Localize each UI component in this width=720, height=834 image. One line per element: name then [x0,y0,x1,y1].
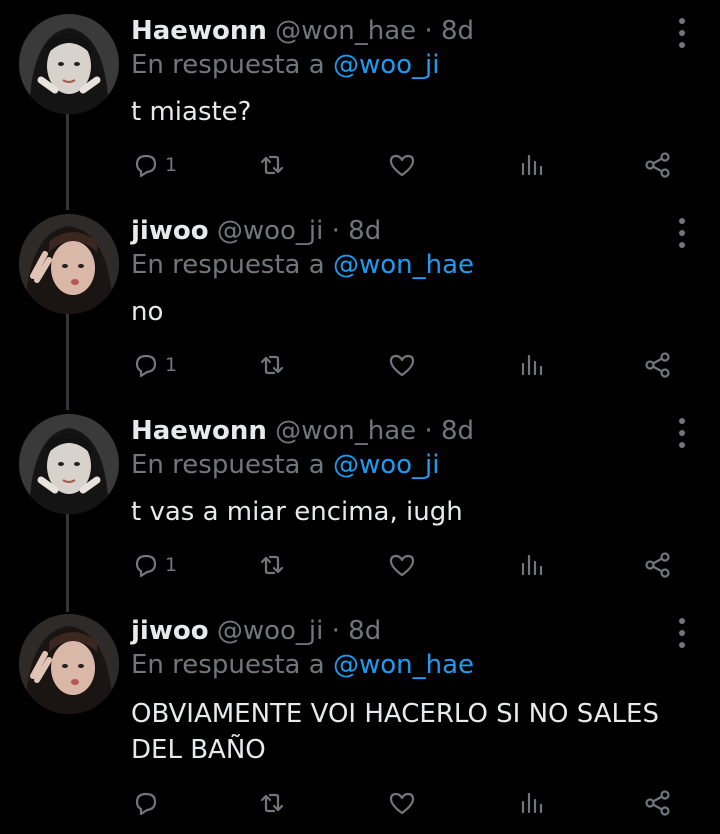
retweet-icon [260,355,284,375]
reply-icon [135,154,157,178]
like-button[interactable] [387,148,417,182]
user-handle[interactable]: @woo_ji [217,216,324,246]
avatar-jiwoo [19,214,119,314]
timestamp[interactable]: 8d [348,616,381,646]
tweet-header: Haewonn @won_hae · 8d [131,14,474,48]
tweet[interactable]: Haewonn @won_hae · 8d En respuesta a @wo… [0,414,720,594]
retweet-icon [260,793,284,813]
reply-prefix: En respuesta a [131,250,325,280]
display-name[interactable]: jiwoo [131,616,209,646]
reply-context: En respuesta a @woo_ji [131,448,439,482]
share-button[interactable] [643,148,673,182]
like-button[interactable] [387,786,417,820]
tweet-text: OBVIAMENTE VOI HACERLO SI NO SALES DEL B… [131,699,659,765]
separator-dot: · [331,616,340,646]
display-name[interactable]: Haewonn [131,16,267,46]
user-handle[interactable]: @woo_ji [217,616,324,646]
reply-button[interactable]: 1 [131,148,177,182]
avatar[interactable] [19,414,119,514]
action-bar: 1 [131,348,691,382]
action-bar: 1 [131,148,691,182]
share-icon [645,352,670,378]
reply-mention[interactable]: @woo_ji [333,450,440,480]
heart-icon [389,554,415,577]
retweet-button[interactable] [257,786,287,820]
reply-mention[interactable]: @won_hae [333,250,474,280]
reply-context: En respuesta a @woo_ji [131,48,439,82]
tweet-header: jiwoo @woo_ji · 8d [131,614,381,648]
action-bar: 1 [131,548,691,582]
reply-context: En respuesta a @won_hae [131,648,474,682]
more-icon[interactable] [672,618,692,648]
reply-prefix: En respuesta a [131,650,325,680]
share-icon [645,152,670,178]
avatar[interactable] [19,14,119,114]
heart-icon [389,792,415,815]
reply-button[interactable] [131,786,165,820]
avatar[interactable] [19,614,119,714]
reply-mention[interactable]: @won_hae [333,650,474,680]
views-button[interactable] [517,348,547,382]
separator-dot: · [424,416,433,446]
more-icon[interactable] [672,418,692,448]
reply-count: 1 [165,354,178,376]
reply-button[interactable]: 1 [131,548,177,582]
views-icon [521,792,543,814]
more-icon[interactable] [672,18,692,48]
share-icon [645,552,670,578]
reply-prefix: En respuesta a [131,50,325,80]
tweet-header: Haewonn @won_hae · 8d [131,414,474,448]
timestamp[interactable]: 8d [348,216,381,246]
heart-icon [389,154,415,177]
retweet-button[interactable] [257,148,287,182]
display-name[interactable]: Haewonn [131,416,267,446]
views-icon [521,554,543,576]
tweet[interactable]: Haewonn @won_hae · 8d En respuesta a @wo… [0,14,720,194]
tweet-header: jiwoo @woo_ji · 8d [131,214,381,248]
timestamp[interactable]: 8d [441,16,474,46]
tweet[interactable]: jiwoo @woo_ji · 8d En respuesta a @won_h… [0,614,720,834]
user-handle[interactable]: @won_hae [275,16,416,46]
like-button[interactable] [387,548,417,582]
reply-mention[interactable]: @woo_ji [333,50,440,80]
reply-icon [135,354,157,378]
avatar-jiwoo [19,614,119,714]
views-icon [521,154,543,176]
views-button[interactable] [517,548,547,582]
reply-context: En respuesta a @won_hae [131,248,474,282]
user-handle[interactable]: @won_hae [275,416,416,446]
share-button[interactable] [643,786,673,820]
tweet-text: no [131,297,164,327]
reply-button[interactable]: 1 [131,348,177,382]
retweet-button[interactable] [257,348,287,382]
share-button[interactable] [643,348,673,382]
tweet-text: t vas a miar encima, iugh [131,497,463,527]
reply-count: 1 [165,554,178,576]
reply-count: 1 [165,154,178,176]
timestamp[interactable]: 8d [441,416,474,446]
separator-dot: · [331,216,340,246]
tweet[interactable]: jiwoo @woo_ji · 8d En respuesta a @won_h… [0,214,720,394]
display-name[interactable]: jiwoo [131,216,209,246]
avatar[interactable] [19,214,119,314]
reply-icon [135,792,157,816]
action-bar [131,786,691,820]
like-button[interactable] [387,348,417,382]
retweet-icon [260,155,284,175]
retweet-icon [260,555,284,575]
tweet-text: t miaste? [131,97,252,127]
views-icon [521,354,543,376]
retweet-button[interactable] [257,548,287,582]
separator-dot: · [424,16,433,46]
avatar-haewonn [19,14,119,114]
reply-prefix: En respuesta a [131,450,325,480]
more-icon[interactable] [672,218,692,248]
reply-icon [135,554,157,578]
share-icon [645,790,670,816]
avatar-haewonn [19,414,119,514]
share-button[interactable] [643,548,673,582]
views-button[interactable] [517,786,547,820]
heart-icon [389,354,415,377]
views-button[interactable] [517,148,547,182]
